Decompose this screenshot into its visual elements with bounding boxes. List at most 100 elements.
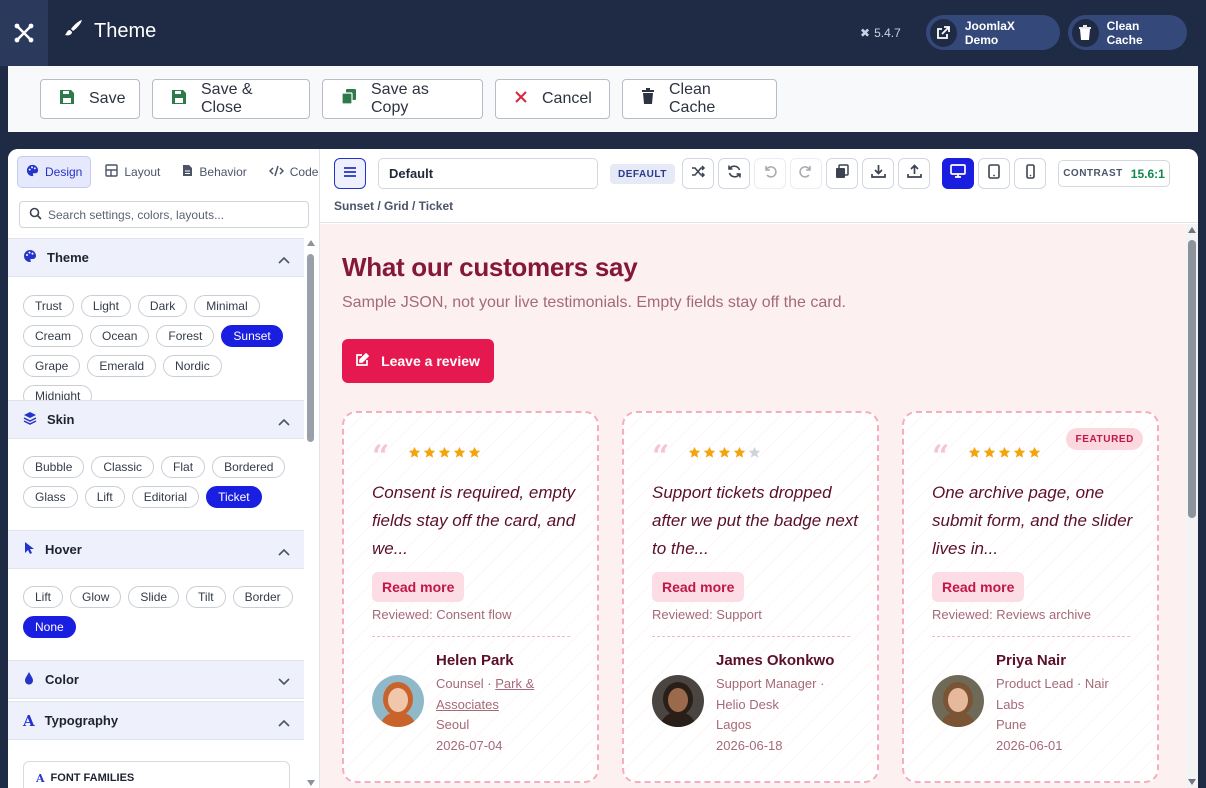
quote-icon: “ (372, 439, 390, 474)
theme-option-grape[interactable]: Grape (23, 355, 81, 377)
joomla-logo-icon[interactable] (0, 0, 48, 66)
read-more-button[interactable]: Read more (932, 572, 1025, 602)
mobile-view-button[interactable] (1014, 158, 1046, 189)
desktop-view-button[interactable] (942, 158, 974, 189)
cancel-button[interactable]: Cancel (495, 79, 610, 119)
skin-option-ticket[interactable]: Ticket (206, 486, 262, 508)
preview-scroll-thumb[interactable] (1188, 240, 1196, 518)
quote-icon: “ (652, 439, 670, 474)
tab-code[interactable]: Code (261, 156, 327, 188)
hover-option-none[interactable]: None (23, 616, 76, 638)
hover-option-border[interactable]: Border (232, 586, 293, 608)
theme-option-trust[interactable]: Trust (23, 295, 74, 317)
section-hover-header[interactable]: Hover (8, 530, 304, 569)
menu-button[interactable] (334, 158, 366, 189)
joomlax-demo-button[interactable]: JoomlaX Demo (926, 15, 1060, 50)
font-families-card[interactable]: A FONT FAMILIES (23, 761, 290, 788)
refresh-button[interactable] (718, 158, 750, 189)
clean-cache-top-button[interactable]: Clean Cache (1068, 15, 1187, 50)
section-typography-header[interactable]: A Typography (8, 701, 304, 740)
avatar (372, 675, 424, 727)
settings-scrollbar[interactable] (306, 238, 316, 788)
skin-option-classic[interactable]: Classic (91, 456, 155, 478)
tab-layout[interactable]: Layout (97, 156, 168, 188)
review-date: 2026-07-04 (436, 737, 503, 753)
settings-search-input[interactable]: Search settings, colors, layouts... (19, 201, 309, 228)
copy-icon (341, 88, 357, 110)
settings-scroll-thumb[interactable] (307, 254, 314, 442)
tab-design[interactable]: Design (17, 156, 92, 188)
card-divider (932, 636, 1130, 637)
scroll-down-arrow-icon[interactable] (1188, 779, 1196, 785)
typography-icon: A (23, 711, 35, 730)
skin-option-editorial[interactable]: Editorial (131, 486, 200, 508)
undo-button[interactable] (754, 158, 786, 189)
theme-option-cream[interactable]: Cream (23, 325, 84, 347)
tablet-view-button[interactable] (978, 158, 1010, 189)
upload-button[interactable] (898, 158, 930, 189)
section-theme-header[interactable]: Theme (8, 238, 304, 277)
save-close-button[interactable]: Save & Close (152, 79, 310, 119)
font-families-label: FONT FAMILIES (50, 772, 135, 784)
leave-review-button[interactable]: Leave a review (342, 339, 494, 383)
theme-option-emerald[interactable]: Emerald (87, 355, 157, 377)
read-more-button[interactable]: Read more (652, 572, 745, 602)
theme-option-light[interactable]: Light (80, 295, 131, 317)
shuffle-button[interactable] (682, 158, 714, 189)
skin-option-flat[interactable]: Flat (161, 456, 206, 478)
star-icon (1013, 446, 1026, 458)
skin-option-lift[interactable]: Lift (84, 486, 125, 508)
download-button[interactable] (862, 158, 894, 189)
section-skin-header[interactable]: Skin (8, 400, 304, 439)
chevron-down-icon (278, 674, 290, 689)
contrast-label: CONTRAST (1063, 168, 1123, 179)
star-icon (733, 446, 746, 458)
save-as-copy-label: Save as Copy (371, 81, 429, 116)
preview-toolbar: Default DEFAULT CONTRAST 15.6:1 Sunset /… (320, 149, 1198, 223)
save-button[interactable]: Save (40, 79, 140, 119)
refresh-icon (727, 164, 742, 184)
hover-option-glow[interactable]: Glow (70, 586, 122, 608)
reviewed-label: Reviewed: Support (652, 607, 762, 622)
undo-icon (763, 164, 777, 183)
theme-option-forest[interactable]: Forest (156, 325, 215, 347)
clean-cache-button[interactable]: Clean Cache (622, 79, 777, 119)
tab-layout-label: Layout (124, 165, 161, 179)
star-icon (423, 446, 436, 458)
testimonial-card: “ FEATURED One archive page, one submit fo… (902, 411, 1159, 783)
trash-icon (1072, 18, 1099, 47)
hover-option-lift[interactable]: Lift (23, 586, 64, 608)
save-as-copy-button[interactable]: Save as Copy (322, 79, 483, 119)
hover-option-tilt[interactable]: Tilt (186, 586, 226, 608)
skin-option-bordered[interactable]: Bordered (212, 456, 286, 478)
scroll-down-arrow-icon[interactable] (307, 780, 315, 786)
hover-option-slide[interactable]: Slide (128, 586, 180, 608)
preview-scrollbar[interactable] (1186, 224, 1198, 788)
scroll-up-arrow-icon[interactable] (1188, 227, 1196, 233)
theme-option-nordic[interactable]: Nordic (163, 355, 222, 377)
rating-stars (688, 446, 761, 459)
section-color-title: Color (45, 672, 79, 687)
theme-option-sunset[interactable]: Sunset (221, 325, 283, 347)
skin-option-glass[interactable]: Glass (23, 486, 78, 508)
testimonials-preview: What our customers say Sample JSON, not … (320, 224, 1186, 788)
section-typography-title: Typography (44, 713, 119, 728)
action-toolbar: Save Save & Close Save as Copy Cancel Cl… (8, 66, 1198, 132)
theme-option-minimal[interactable]: Minimal (194, 295, 260, 317)
scroll-up-arrow-icon[interactable] (307, 240, 315, 246)
theme-options: Trust Light Dark Minimal Cream Ocean Forest Sun… (23, 295, 293, 407)
tab-behavior[interactable]: Behavior (174, 156, 254, 188)
preset-select[interactable]: Default (378, 158, 598, 189)
star-icon (453, 446, 466, 458)
duplicate-button[interactable] (826, 158, 858, 189)
review-date: 2026-06-01 (996, 737, 1063, 753)
page-title: Theme (64, 18, 156, 44)
skin-option-bubble[interactable]: Bubble (23, 456, 85, 478)
theme-option-dark[interactable]: Dark (137, 295, 188, 317)
theme-option-ocean[interactable]: Ocean (90, 325, 150, 347)
read-more-button[interactable]: Read more (372, 572, 465, 602)
redo-button[interactable] (790, 158, 822, 189)
section-color-header[interactable]: Color (8, 660, 304, 699)
cursor-icon (23, 541, 35, 558)
save-icon (59, 89, 75, 110)
